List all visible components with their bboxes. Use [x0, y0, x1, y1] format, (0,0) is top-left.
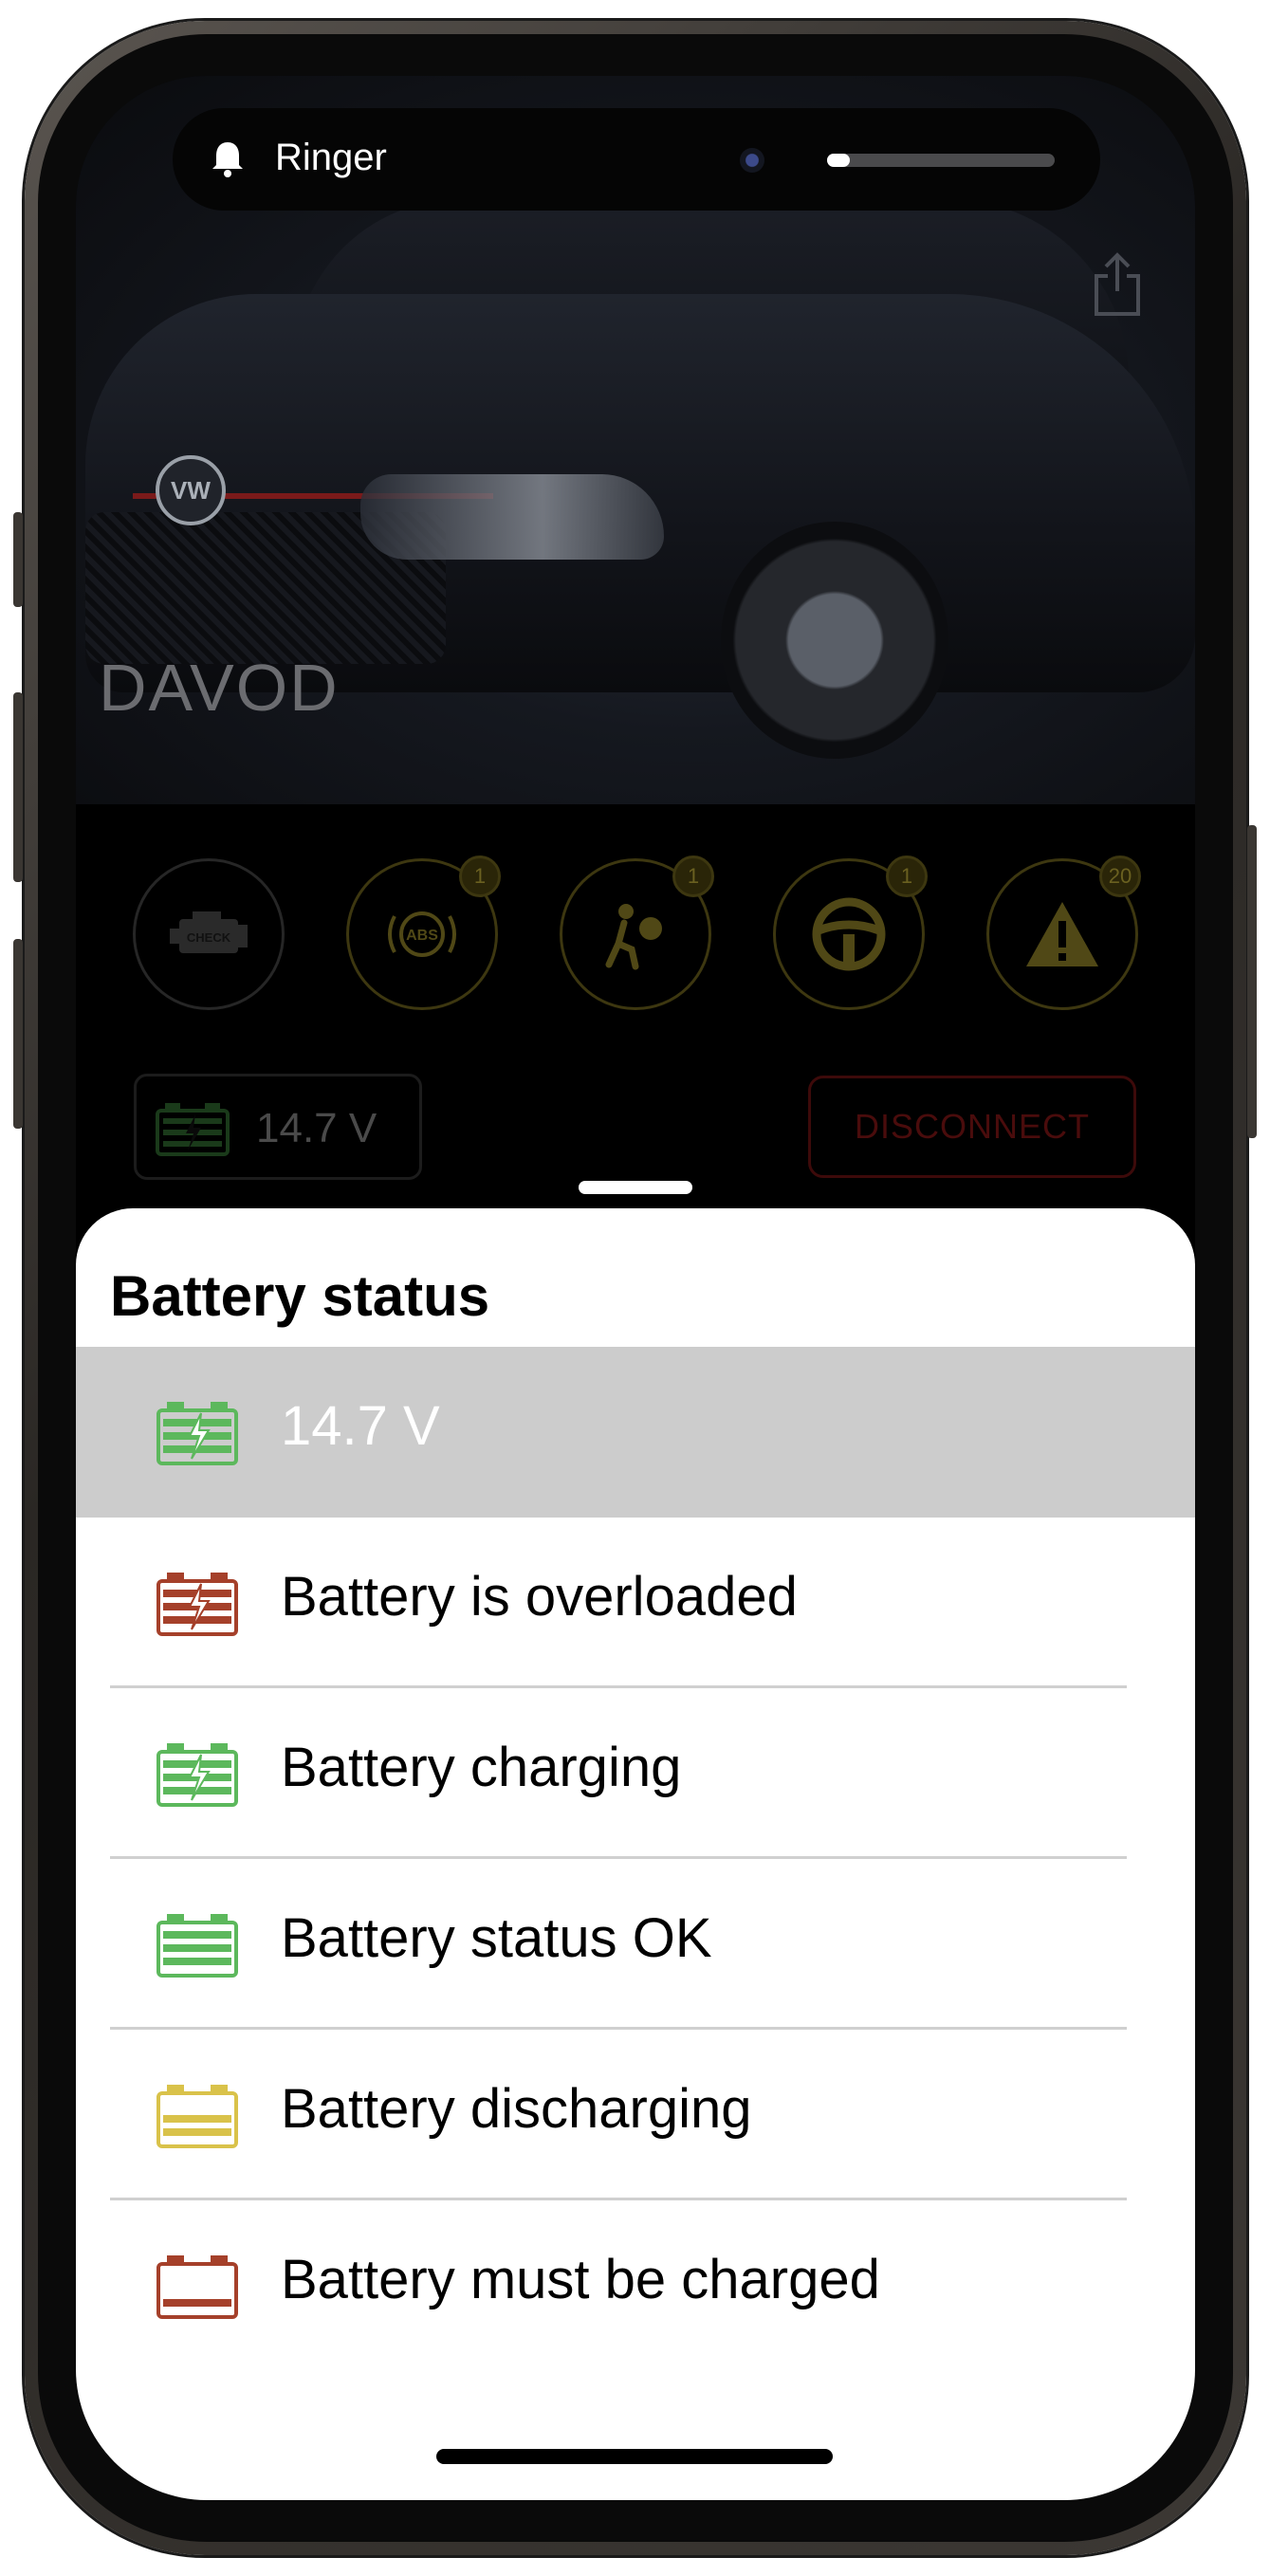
- dynamic-island-ringer: Ringer: [173, 108, 1100, 211]
- steering-count-badge: 1: [886, 856, 928, 897]
- vehicle-name: DAVOD: [99, 651, 340, 725]
- ringer-volume-fill: [827, 154, 850, 167]
- check-engine-light[interactable]: CHECK: [133, 858, 285, 1010]
- battery-charging-icon: [156, 1402, 238, 1465]
- battery-status-label: Battery must be charged: [281, 2249, 880, 2310]
- airbag-light[interactable]: 1: [560, 856, 714, 1010]
- battery-status-row[interactable]: Battery charging: [76, 1688, 1195, 1859]
- bell-icon: [212, 142, 243, 177]
- steering-light[interactable]: 1: [773, 856, 928, 1010]
- battery-empty-icon: [156, 2255, 238, 2319]
- battery-voltage-chip[interactable]: 14.7 V: [134, 1074, 422, 1180]
- warning-lights-row: CHECK ABS 1 1 1 20: [133, 856, 1141, 1020]
- battery-status-label: 14.7 V: [281, 1395, 440, 1457]
- warning-triangle-icon: [1026, 902, 1098, 966]
- car-headlight: [360, 474, 664, 560]
- battery-status-label: Battery is overloaded: [281, 1566, 798, 1628]
- battery-charging-icon: [156, 1743, 238, 1807]
- battery-discharging-icon: [156, 2085, 238, 2148]
- abs-light[interactable]: ABS 1: [346, 856, 501, 1010]
- battery-charging-icon: [156, 1103, 230, 1156]
- steering-wheel-icon: [812, 897, 886, 971]
- general-warning-light[interactable]: 20: [986, 856, 1141, 1010]
- volume-up-button: [13, 692, 23, 882]
- battery-ok-icon: [156, 1914, 238, 1978]
- airbag-count-badge: 1: [672, 856, 714, 897]
- battery-voltage-value: 14.7 V: [256, 1105, 377, 1151]
- battery-status-label: Battery discharging: [281, 2078, 752, 2140]
- battery-status-row[interactable]: Battery status OK: [76, 1859, 1195, 2030]
- car-wheel: [721, 522, 948, 759]
- battery-overloaded-icon: [156, 1573, 238, 1636]
- volume-down-button: [13, 939, 23, 1129]
- check-engine-text: CHECK: [187, 930, 231, 945]
- battery-status-sheet: Battery status 14.7 V Battery is overload…: [76, 1208, 1195, 2500]
- abs-text: ABS: [406, 928, 438, 944]
- battery-status-row[interactable]: Battery discharging: [76, 2030, 1195, 2200]
- screen: VW DAVOD Ringer CHECK ABS 1 1 1 20 14.7 …: [76, 76, 1195, 2500]
- camera-icon: [740, 148, 764, 173]
- vw-logo: VW: [156, 455, 226, 525]
- battery-status-label: Battery status OK: [281, 1907, 712, 1969]
- power-button: [1247, 825, 1257, 1138]
- battery-status-row[interactable]: Battery is overloaded: [76, 1518, 1195, 1688]
- battery-status-row[interactable]: 14.7 V: [76, 1347, 1195, 1518]
- battery-status-label: Battery charging: [281, 1737, 682, 1798]
- battery-status-row[interactable]: Battery must be charged: [76, 2200, 1195, 2371]
- ringer-volume-bar: [827, 154, 1055, 167]
- check-engine-icon: CHECK: [170, 911, 248, 953]
- abs-count-badge: 1: [459, 856, 501, 897]
- airbag-icon: [605, 904, 662, 970]
- sheet-grabber[interactable]: [579, 1181, 692, 1194]
- sheet-title: Battery status: [110, 1264, 490, 1328]
- home-indicator[interactable]: [436, 2449, 833, 2464]
- general-warning-count-badge: 20: [1099, 856, 1141, 897]
- disconnect-button[interactable]: DISCONNECT: [808, 1076, 1136, 1178]
- share-icon[interactable]: [1091, 251, 1144, 318]
- action-button: [13, 512, 23, 607]
- ringer-label: Ringer: [275, 137, 387, 178]
- abs-icon: ABS: [388, 911, 456, 957]
- vehicle-hero-image: VW DAVOD Ringer: [76, 76, 1195, 804]
